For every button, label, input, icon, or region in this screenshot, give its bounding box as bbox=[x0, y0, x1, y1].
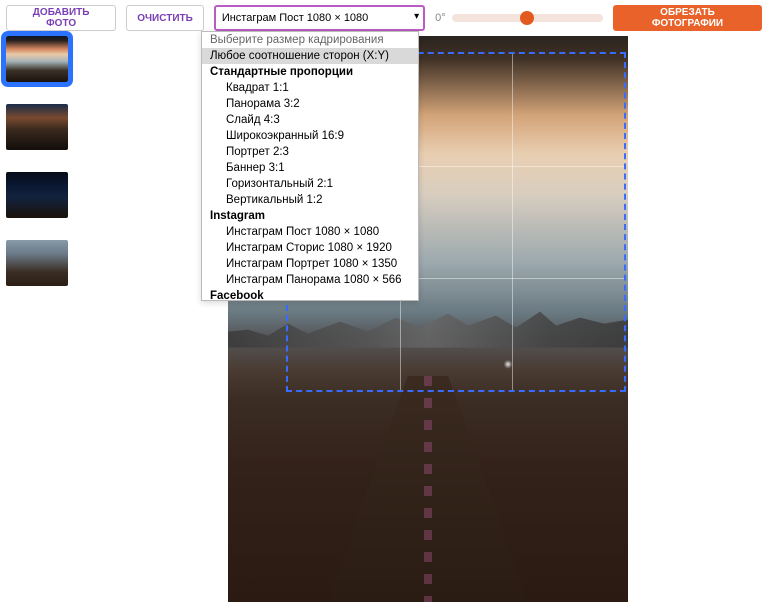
dropdown-item[interactable]: Баннер 3:1 bbox=[202, 160, 418, 176]
rotate-slider[interactable] bbox=[452, 8, 603, 28]
thumbnail-night-city[interactable] bbox=[6, 172, 68, 218]
thumbnail-city-sunset[interactable] bbox=[6, 36, 68, 82]
crop-size-display[interactable]: Инстаграм Пост 1080 × 1080 ▾ bbox=[214, 5, 425, 31]
dropdown-placeholder[interactable]: Выберите размер кадрирования bbox=[202, 32, 418, 48]
dropdown-group-instagram: Instagram bbox=[202, 208, 418, 224]
dropdown-item[interactable]: Слайд 4:3 bbox=[202, 112, 418, 128]
add-photo-button[interactable]: ДОБАВИТЬ ФОТО bbox=[6, 5, 116, 31]
dropdown-group-стандартные-пропорции: Стандартные пропорции bbox=[202, 64, 418, 80]
dropdown-item[interactable]: Широкоэкранный 16:9 bbox=[202, 128, 418, 144]
dropdown-item[interactable]: Горизонтальный 2:1 bbox=[202, 176, 418, 192]
dropdown-item[interactable]: Инстаграм Панорама 1080 × 566 bbox=[202, 272, 418, 288]
thumbnail-bridge[interactable] bbox=[6, 240, 68, 286]
rotate-control: 0° bbox=[435, 8, 603, 28]
dropdown-item[interactable]: Инстаграм Пост 1080 × 1080 bbox=[202, 224, 418, 240]
thumbnail-strip bbox=[6, 36, 78, 286]
clear-button[interactable]: ОЧИСТИТЬ bbox=[126, 5, 204, 31]
slider-thumb[interactable] bbox=[520, 11, 534, 25]
rotate-label: 0° bbox=[435, 12, 446, 24]
dropdown-item[interactable]: Инстаграм Сторис 1080 × 1920 bbox=[202, 240, 418, 256]
dropdown-item[interactable]: Панорама 3:2 bbox=[202, 96, 418, 112]
crop-size-dropdown[interactable]: Выберите размер кадрированияЛюбое соотно… bbox=[201, 31, 419, 301]
dropdown-item[interactable]: Вертикальный 1:2 bbox=[202, 192, 418, 208]
dropdown-item[interactable]: Портрет 2:3 bbox=[202, 144, 418, 160]
crop-button[interactable]: ОБРЕЗАТЬ ФОТОГРАФИИ bbox=[613, 5, 762, 31]
crop-size-select[interactable]: Инстаграм Пост 1080 × 1080 ▾ bbox=[214, 5, 425, 31]
thumbnail-street-night[interactable] bbox=[6, 104, 68, 150]
dropdown-group-facebook: Facebook bbox=[202, 288, 418, 301]
chevron-down-icon: ▾ bbox=[414, 11, 419, 22]
dropdown-item[interactable]: Инстаграм Портрет 1080 × 1350 bbox=[202, 256, 418, 272]
dropdown-item-any-ratio[interactable]: Любое соотношение сторон (X:Y) bbox=[202, 48, 418, 64]
crop-size-value: Инстаграм Пост 1080 × 1080 bbox=[222, 12, 368, 24]
dropdown-item[interactable]: Квадрат 1:1 bbox=[202, 80, 418, 96]
